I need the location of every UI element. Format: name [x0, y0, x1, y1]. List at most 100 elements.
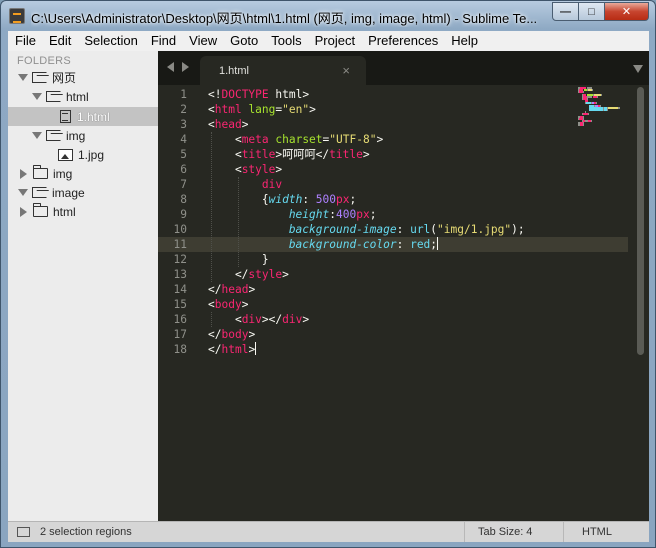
code-line[interactable]: 10 background-image: url("img/1.jpg");: [158, 222, 628, 237]
tab-1-html[interactable]: 1.html ×: [200, 56, 366, 85]
code-text: </body>: [208, 327, 255, 342]
tree-folder-image[interactable]: image: [8, 183, 158, 202]
code-token: title: [241, 148, 276, 161]
code-text: background-image: url("img/1.jpg");: [208, 222, 525, 237]
code-token: meta: [241, 133, 269, 146]
code-text: {width: 500px;: [208, 192, 356, 207]
code-token: );: [511, 223, 525, 236]
code-token: <: [208, 103, 215, 116]
code-line[interactable]: 5 <title>呵呵呵</title>: [158, 147, 628, 162]
code-line[interactable]: 8 {width: 500px;: [158, 192, 628, 207]
line-number: 16: [173, 313, 187, 326]
code-token: >: [241, 298, 249, 311]
minimize-button[interactable]: —: [552, 2, 579, 21]
menu-help[interactable]: Help: [444, 31, 484, 51]
code-line[interactable]: 15 <body>: [158, 297, 628, 312]
code-line[interactable]: 2 <html lang="en">: [158, 102, 628, 117]
tree-file-1-html[interactable]: 1.html: [8, 107, 158, 126]
code-token: head: [214, 118, 242, 131]
code-line[interactable]: 17 </body>: [158, 327, 628, 342]
code-token: ></: [261, 313, 283, 326]
code-line[interactable]: 3 <head>: [158, 117, 628, 132]
line-number: 17: [173, 328, 187, 341]
line-number: 14: [173, 283, 187, 296]
expand-arrow-icon[interactable]: [18, 74, 28, 81]
code-token: :: [396, 223, 411, 236]
menu-tools[interactable]: Tools: [264, 31, 307, 51]
expand-arrow-icon[interactable]: [32, 93, 42, 100]
tab-close-icon[interactable]: ×: [342, 63, 350, 78]
code-token: </: [208, 268, 249, 281]
code-line[interactable]: 9 height:400px;: [158, 207, 628, 222]
menu-view[interactable]: View: [182, 31, 223, 51]
menu-edit[interactable]: Edit: [42, 31, 77, 51]
status-bar: 2 selection regions Tab Size: 4 HTML: [8, 521, 649, 542]
line-number: 18: [173, 343, 187, 356]
tab-prev-icon[interactable]: [167, 62, 174, 72]
code-token: background-color: [208, 238, 397, 251]
expand-arrow-icon[interactable]: [32, 132, 42, 139]
title-bar: C:\Users\Administrator\Desktop\网页\html\1…: [1, 1, 655, 31]
close-button[interactable]: ✕: [605, 2, 649, 21]
folder-icon: [32, 165, 48, 179]
line-number: 15: [173, 298, 187, 311]
code-token: ;: [369, 208, 377, 221]
code-line[interactable]: 18 </html>: [158, 342, 628, 357]
code-token: <: [208, 298, 215, 311]
code-line[interactable]: 13 </style>: [158, 267, 628, 282]
code-line[interactable]: 1 <!DOCTYPE html>: [158, 87, 628, 102]
code-text: <div></div>: [208, 312, 309, 327]
code-token: html: [221, 343, 249, 356]
tree-folder-img[interactable]: img: [8, 126, 158, 145]
folder-open-icon: [32, 187, 47, 198]
menu-file[interactable]: File: [8, 31, 42, 51]
vertical-scrollbar[interactable]: [637, 87, 644, 355]
syntax-indicator[interactable]: HTML: [582, 526, 612, 538]
tree-file-1-jpg[interactable]: 1.jpg: [8, 145, 158, 164]
collapse-arrow-icon[interactable]: [20, 206, 27, 217]
tree-label: 网页: [52, 71, 77, 85]
window-title: C:\Users\Administrator\Desktop\网页\html\1…: [31, 11, 538, 26]
collapse-arrow-icon[interactable]: [20, 168, 27, 179]
code-line[interactable]: 16 <div></div>: [158, 312, 628, 327]
tab-dropdown-icon[interactable]: [633, 65, 643, 73]
tree-folder-html-root[interactable]: html: [8, 202, 158, 221]
code-token: >: [275, 163, 283, 176]
menu-find[interactable]: Find: [144, 31, 182, 51]
code-token: >: [248, 328, 256, 341]
panel-toggle-icon[interactable]: [17, 527, 30, 537]
code-token: <: [208, 118, 215, 131]
menu-selection[interactable]: Selection: [77, 31, 143, 51]
code-area[interactable]: 1 <!DOCTYPE html> 2 <html lang="en"> 3 <head>…: [158, 87, 649, 521]
text-caret: [437, 237, 439, 250]
code-token: >: [248, 283, 256, 296]
tab-next-icon[interactable]: [182, 62, 189, 72]
tree-label: html: [53, 204, 76, 219]
tree-folder-wangye[interactable]: 网页: [8, 68, 158, 87]
menu-goto[interactable]: Goto: [223, 31, 264, 51]
sublime-window: C:\Users\Administrator\Desktop\网页\html\1…: [0, 0, 656, 548]
tab-size-indicator[interactable]: Tab Size: 4: [478, 526, 532, 538]
line-number: 6: [180, 163, 187, 176]
code-line[interactable]: 12 }: [158, 252, 628, 267]
code-token: style: [241, 163, 276, 176]
maximize-button[interactable]: □: [579, 2, 605, 21]
line-number: 9: [180, 208, 187, 221]
code-token: :: [329, 208, 336, 221]
menu-project[interactable]: Project: [308, 31, 361, 51]
code-line[interactable]: 6 <style>: [158, 162, 628, 177]
tree-folder-img-root[interactable]: img: [8, 164, 158, 183]
code-line[interactable]: 14 </head>: [158, 282, 628, 297]
expand-arrow-icon[interactable]: [18, 189, 28, 196]
menu-preferences[interactable]: Preferences: [361, 31, 444, 51]
code-line[interactable]: 7 div: [158, 177, 628, 192]
code-line[interactable]: 11 background-color: red;: [158, 237, 628, 252]
code-token: px: [336, 193, 350, 206]
code-token: <: [208, 313, 242, 326]
code-token: >: [376, 133, 384, 146]
code-line[interactable]: 4 <meta charset="UTF-8">: [158, 132, 628, 147]
tree-label: 1.html: [77, 109, 110, 124]
code-token: px: [356, 208, 370, 221]
tree-folder-html[interactable]: html: [8, 87, 158, 106]
line-number: 10: [173, 223, 187, 236]
